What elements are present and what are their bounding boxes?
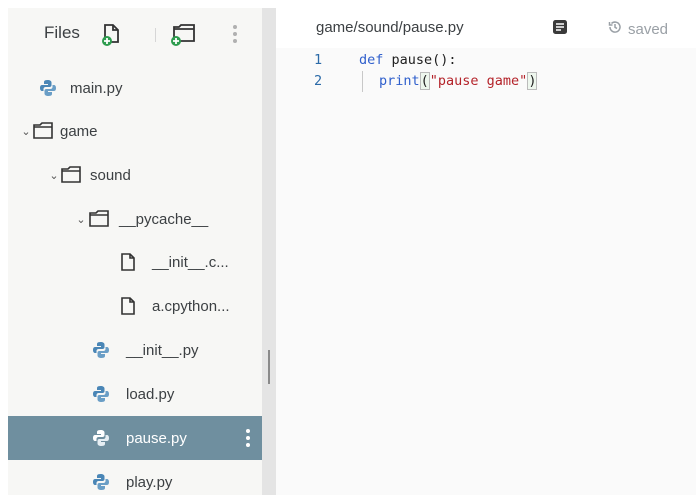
python-icon — [92, 385, 110, 403]
folder-item-game[interactable]: ⌄ game — [8, 109, 262, 153]
folder-icon — [60, 166, 82, 184]
panel-divider[interactable] — [262, 8, 276, 495]
file-item-label: a.cpython... — [152, 297, 230, 315]
file-icon — [120, 253, 136, 271]
bracket-token: ) — [527, 72, 538, 90]
code-text: def pause(): — [359, 50, 457, 71]
code-editor[interactable]: game/sound/pause.py saved 1 def pause():… — [276, 8, 696, 495]
file-item-label: play.py — [126, 473, 173, 491]
save-status: saved — [607, 19, 668, 39]
folder-icon — [32, 122, 54, 140]
function-token: print — [379, 73, 420, 89]
file-item-pause-py[interactable]: pause.py — [8, 416, 262, 460]
file-item-main-py[interactable]: main.py — [8, 66, 262, 110]
folder-icon — [88, 210, 110, 228]
bracket-token: ( — [419, 72, 430, 90]
code-line: 2 print("pause game") — [276, 71, 696, 92]
file-item-a-cpython[interactable]: a.cpython... — [8, 284, 262, 328]
file-path-tab[interactable]: game/sound/pause.py — [316, 19, 464, 36]
document-icon[interactable] — [552, 19, 568, 40]
chevron-down-icon[interactable]: ⌄ — [48, 169, 60, 182]
python-icon — [39, 79, 57, 97]
sidebar-more-icon[interactable] — [233, 25, 237, 43]
string-token: "pause game" — [429, 73, 528, 89]
file-icon — [120, 297, 136, 315]
file-item-label: pause.py — [126, 429, 187, 447]
indent-guide — [362, 71, 363, 92]
file-item-label: __init__.py — [126, 341, 199, 359]
python-icon — [92, 429, 110, 447]
file-item-label: load.py — [126, 385, 175, 403]
code-area[interactable]: 1 def pause(): 2 print("pause game") — [276, 50, 696, 92]
folder-item-label: __pycache__ — [119, 210, 209, 228]
history-icon — [607, 19, 623, 39]
file-item-load-py[interactable]: load.py — [8, 372, 262, 416]
file-item-label: main.py — [70, 79, 123, 97]
line-number: 1 — [314, 52, 323, 68]
code-line: 1 def pause(): — [276, 50, 696, 71]
files-title: Files — [44, 23, 80, 42]
file-explorer-sidebar: Files main.py ⌄ game ⌄ sound ⌄ __pycache… — [8, 8, 262, 495]
file-item-init-pyc[interactable]: __init__.c... — [8, 240, 262, 284]
file-item-play-py[interactable]: play.py — [8, 460, 262, 495]
keyword-token: def — [359, 52, 384, 68]
code-text: print("pause game") — [379, 71, 538, 92]
folder-item-pycache[interactable]: ⌄ __pycache__ — [8, 197, 262, 241]
file-item-label: __init__.c... — [152, 253, 229, 271]
python-icon — [92, 341, 110, 359]
save-status-label: saved — [628, 20, 669, 38]
chevron-down-icon[interactable]: ⌄ — [20, 125, 32, 138]
chevron-down-icon[interactable]: ⌄ — [75, 213, 87, 226]
file-item-init-py[interactable]: __init__.py — [8, 328, 262, 372]
code-token: pause(): — [383, 52, 457, 68]
line-number: 2 — [314, 73, 323, 89]
new-file-icon[interactable] — [100, 22, 124, 51]
new-folder-icon[interactable] — [168, 22, 198, 51]
header-separator — [155, 28, 156, 42]
folder-item-label: game — [60, 122, 98, 140]
folder-item-sound[interactable]: ⌄ sound — [8, 153, 262, 197]
files-header: Files — [8, 8, 262, 60]
folder-item-label: sound — [90, 166, 131, 184]
app-window: Files main.py ⌄ game ⌄ sound ⌄ __pycache… — [0, 0, 696, 495]
file-more-icon[interactable] — [246, 429, 250, 447]
editor-tab-bar: game/sound/pause.py saved — [276, 8, 696, 48]
resize-handle[interactable] — [268, 350, 270, 384]
python-icon — [92, 473, 110, 491]
